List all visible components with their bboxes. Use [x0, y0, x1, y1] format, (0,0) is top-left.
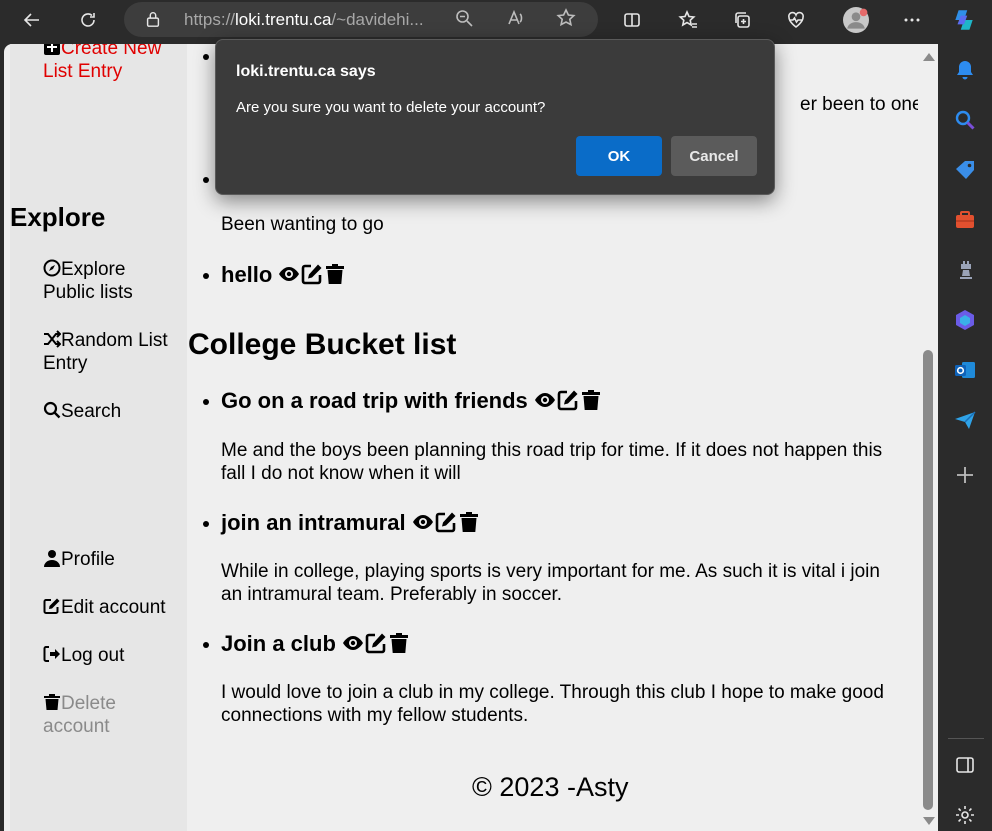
url-text[interactable]: https://loki.trentu.ca/~davidehi...: [184, 10, 424, 30]
copilot-icon[interactable]: [948, 4, 980, 36]
browser-essentials-icon[interactable]: [780, 4, 812, 36]
entry-title: join an intramural: [221, 510, 481, 539]
delete-account-link[interactable]: Delete account: [43, 692, 153, 738]
trash-icon[interactable]: [388, 632, 410, 654]
collections-icon[interactable]: [726, 4, 758, 36]
edit-icon[interactable]: [557, 389, 579, 411]
explore-public-link[interactable]: Explore Public lists: [43, 258, 163, 304]
more-menu-icon[interactable]: [896, 4, 928, 36]
games-chess-icon[interactable]: [953, 258, 977, 282]
shuffle-icon: [44, 330, 62, 348]
ok-button[interactable]: OK: [576, 136, 662, 176]
scroll-down-arrow[interactable]: [923, 817, 935, 825]
profile-avatar[interactable]: [840, 4, 872, 36]
address-bar[interactable]: https://loki.trentu.ca/~davidehi...: [124, 2, 598, 37]
view-eye-icon[interactable]: [278, 263, 300, 285]
browser-sidebar: [938, 40, 992, 831]
list-bullet: [203, 54, 209, 60]
browser-toolbar: https://loki.trentu.ca/~davidehi...: [0, 0, 992, 40]
favorite-star-icon[interactable]: [556, 8, 580, 32]
random-entry-link[interactable]: Random List Entry: [43, 329, 183, 375]
dialog-title: loki.trentu.ca says: [236, 63, 376, 80]
search-icon: [43, 401, 61, 419]
lock-icon[interactable]: [144, 10, 162, 33]
tools-briefcase-icon[interactable]: [953, 208, 977, 232]
scroll-thumb[interactable]: [923, 350, 933, 810]
explore-heading: Explore: [10, 202, 106, 232]
entry-description: I would love to join a club in my colleg…: [221, 682, 884, 726]
scroll-up-arrow[interactable]: [923, 53, 935, 61]
list-bullet: [203, 642, 209, 648]
profile-link[interactable]: Profile: [43, 548, 115, 571]
entry-description: While in college, playing sports is very…: [221, 561, 880, 605]
create-entry-link[interactable]: Create New List Entry: [43, 44, 183, 83]
zoom-icon[interactable]: [454, 8, 478, 32]
shopping-tag-icon[interactable]: [953, 158, 977, 182]
partial-entry-text: er been to one: [800, 94, 923, 115]
plus-square-icon: [44, 44, 60, 55]
trash-icon[interactable]: [580, 389, 602, 411]
trash-icon[interactable]: [324, 263, 346, 285]
view-eye-icon[interactable]: [412, 511, 434, 533]
list-bullet: [203, 273, 209, 279]
sidebar-divider: [948, 738, 984, 739]
notification-bell-icon[interactable]: [953, 58, 977, 82]
list-bullet: [203, 521, 209, 527]
entry-title: Go on a road trip with friends: [221, 388, 603, 417]
read-aloud-icon[interactable]: [506, 8, 530, 32]
edit-account-link[interactable]: Edit account: [43, 596, 166, 619]
entry-title: hello: [221, 262, 347, 291]
outlook-icon[interactable]: [953, 358, 977, 382]
edit-icon: [43, 598, 60, 614]
cancel-button[interactable]: Cancel: [671, 136, 757, 176]
microsoft-365-icon[interactable]: [953, 308, 977, 332]
split-screen-icon[interactable]: [616, 4, 648, 36]
refresh-icon[interactable]: [72, 4, 104, 36]
edit-icon[interactable]: [301, 263, 323, 285]
settings-gear-icon[interactable]: [953, 803, 977, 827]
view-eye-icon[interactable]: [342, 632, 364, 654]
log-out-icon: [43, 646, 60, 662]
user-icon: [44, 550, 60, 567]
hide-sidebar-icon[interactable]: [953, 753, 977, 777]
confirm-dialog: loki.trentu.ca says Are you sure you wan…: [215, 39, 775, 195]
back-icon[interactable]: [16, 4, 48, 36]
favorites-icon[interactable]: [672, 4, 704, 36]
view-eye-icon[interactable]: [534, 389, 556, 411]
trash-icon: [44, 694, 60, 710]
entry-description: Been wanting to go: [221, 214, 384, 235]
site-sidebar: Create New List Entry Explore Explore Pu…: [10, 44, 187, 831]
add-icon[interactable]: [953, 463, 977, 487]
search-icon[interactable]: [953, 108, 977, 132]
page-footer: © 2023 -Asty: [472, 772, 629, 802]
list-bullet: [203, 177, 209, 183]
entry-description: Me and the boys been planning this road …: [221, 440, 883, 484]
edit-icon[interactable]: [435, 511, 457, 533]
search-link[interactable]: Search: [43, 400, 121, 423]
dialog-message: Are you sure you want to delete your acc…: [236, 99, 546, 116]
edit-icon[interactable]: [365, 632, 387, 654]
list-bullet: [203, 399, 209, 405]
list-section-title: College Bucket list: [188, 328, 457, 361]
send-plane-icon[interactable]: [953, 408, 977, 432]
trash-icon[interactable]: [458, 511, 480, 533]
entry-title: Join a club: [221, 631, 411, 660]
log-out-link[interactable]: Log out: [43, 644, 124, 667]
page-scrollbar[interactable]: [918, 44, 938, 831]
compass-icon: [43, 259, 61, 277]
